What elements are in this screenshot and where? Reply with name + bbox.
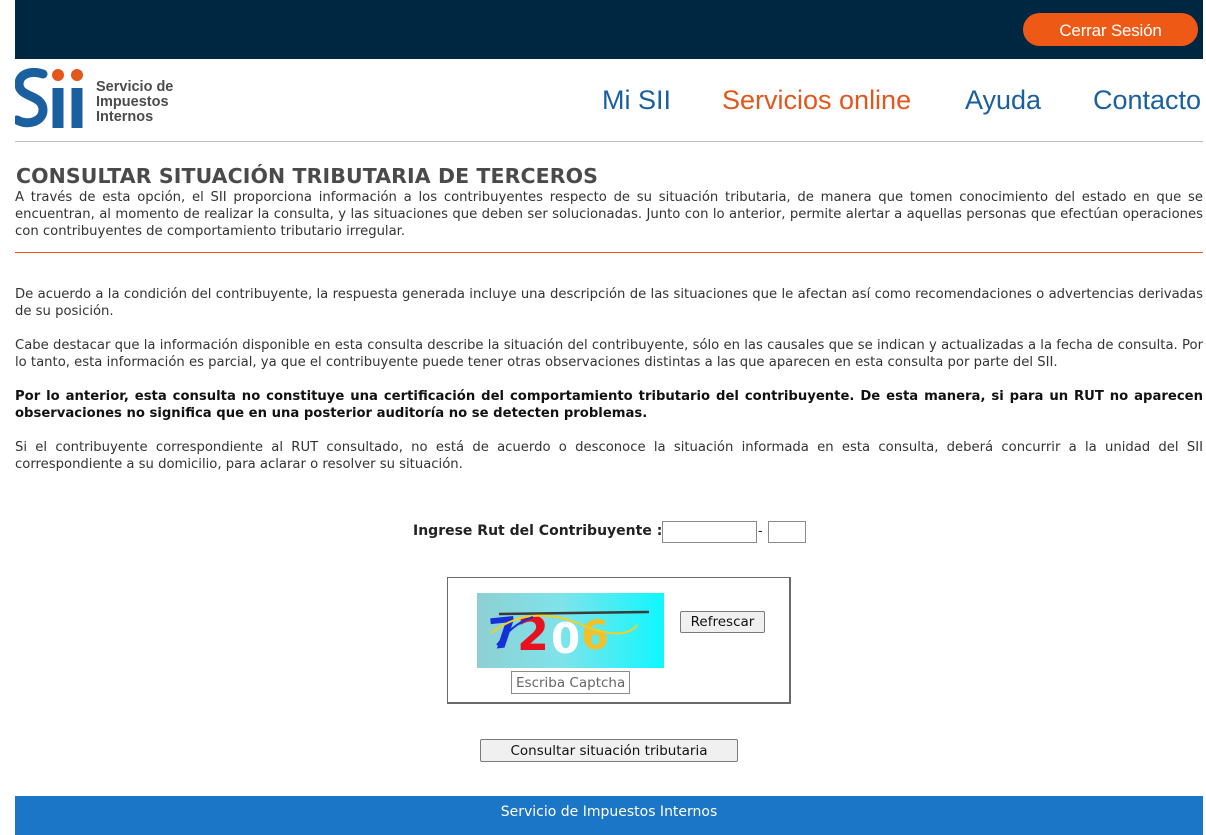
rut-label: Ingrese Rut del Contribuyente : bbox=[413, 523, 663, 539]
captcha-text: 7206 bbox=[477, 593, 480, 594]
logout-button[interactable]: Cerrar Sesión bbox=[1023, 13, 1198, 46]
svg-text:6: 6 bbox=[581, 613, 609, 659]
captcha-image: 7 2 0 6 7206 bbox=[477, 593, 664, 668]
submit-button[interactable]: Consultar situación tributaria bbox=[480, 739, 738, 762]
warning-paragraph: Por lo anterior, esta consulta no consti… bbox=[15, 389, 1203, 421]
nav-contacto[interactable]: Contacto bbox=[1093, 84, 1201, 116]
nav-servicios-online[interactable]: Servicios online bbox=[722, 84, 911, 116]
header-divider bbox=[15, 141, 1203, 142]
nav-ayuda[interactable]: Ayuda bbox=[965, 84, 1041, 116]
footer: Servicio de Impuestos Internos bbox=[15, 796, 1203, 835]
logo-line-3: Internos bbox=[96, 109, 154, 125]
nav-mi-sii[interactable]: Mi SII bbox=[602, 84, 671, 116]
rut-dash: - bbox=[758, 524, 763, 539]
refresh-captcha-button[interactable]: Refrescar bbox=[680, 611, 765, 633]
logo-text: Servicio de Impuestos Internos bbox=[96, 80, 173, 125]
description-paragraph-1: De acuerdo a la condición del contribuye… bbox=[15, 287, 1203, 319]
rut-dv-input[interactable] bbox=[768, 521, 806, 543]
page-title: CONSULTAR SITUACIÓN TRIBUTARIA DE TERCER… bbox=[16, 164, 599, 188]
top-bar: Cerrar Sesión bbox=[15, 0, 1203, 59]
footer-text: Servicio de Impuestos Internos bbox=[500, 804, 718, 820]
description-paragraph-4: Si el contribuyente correspondiente al R… bbox=[15, 440, 1203, 472]
logo-line-1: Servicio de bbox=[96, 79, 174, 95]
svg-text:0: 0 bbox=[551, 614, 580, 663]
logo-line-2: Impuestos bbox=[96, 94, 169, 110]
intro-text: A través de esta opción, el SII proporci… bbox=[15, 190, 1203, 239]
captcha-input[interactable] bbox=[511, 671, 630, 694]
description-paragraph-2: Cabe destacar que la información disponi… bbox=[15, 338, 1203, 370]
title-divider bbox=[15, 252, 1203, 253]
rut-input[interactable] bbox=[662, 521, 757, 543]
